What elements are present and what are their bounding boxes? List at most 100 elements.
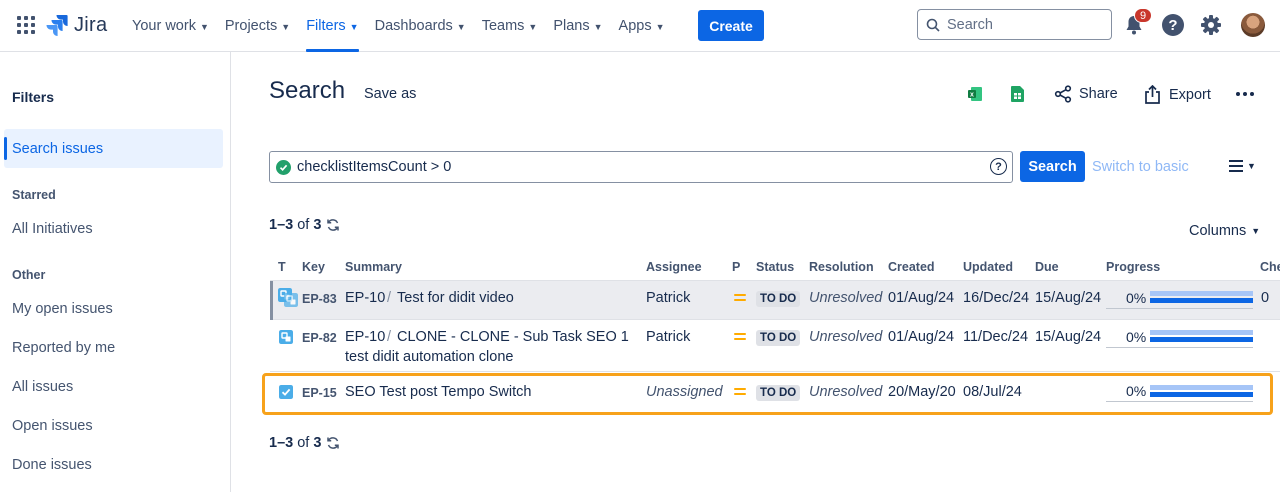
count-range: 1–3 — [269, 435, 294, 451]
sidebar-item-done-issues[interactable]: Done issues — [12, 457, 92, 473]
excel-icon[interactable]: x — [968, 86, 982, 102]
nav-dashboards[interactable]: Dashboards ▼ — [367, 0, 474, 52]
jira-logo-text: Jira — [74, 13, 108, 36]
avatar[interactable] — [1241, 13, 1265, 37]
app-switcher-icon[interactable] — [17, 16, 35, 34]
chevron-down-icon: ▼ — [655, 22, 665, 32]
jql-input[interactable]: checklistItemsCount > 0 ? — [269, 151, 1013, 183]
count-of: of — [297, 435, 310, 451]
export-button[interactable]: Export — [1144, 85, 1211, 104]
updated-date: 16/Dec/24 — [963, 290, 1030, 306]
nav-projects[interactable]: Projects ▼ — [217, 0, 298, 52]
jql-query-text: checklistItemsCount > 0 — [297, 159, 452, 175]
due-date: 15/Aug/24 — [1035, 290, 1102, 306]
progress-percent: 0% — [1126, 290, 1147, 306]
nav-your-work-label: Your work — [132, 18, 196, 34]
issue-summary[interactable]: CLONE - CLONE - Sub Task SEO 1 — [397, 329, 629, 345]
svg-text:x: x — [970, 92, 974, 99]
assignee: Patrick — [646, 329, 691, 345]
nav-projects-label: Projects — [224, 18, 278, 34]
col-header-type[interactable]: T — [278, 260, 286, 274]
status-badge[interactable]: TO DO — [756, 291, 801, 307]
resolution: Unresolved — [809, 329, 883, 345]
global-search-input[interactable]: Search — [917, 9, 1112, 40]
nav-dashboards-label: Dashboards — [374, 18, 453, 34]
col-header-updated[interactable]: Updated — [963, 260, 1013, 274]
progress-percent: 0% — [1126, 329, 1147, 345]
parent-separator: / — [387, 290, 392, 306]
sidebar: Filters Search issues Starred All Initia… — [0, 52, 231, 492]
chevron-down-icon: ▼ — [528, 22, 538, 32]
result-count-bottom: 1–3 of 3 — [269, 435, 340, 451]
col-header-created[interactable]: Created — [888, 260, 935, 274]
columns-button[interactable]: Columns ▼ — [1189, 223, 1260, 239]
create-button[interactable]: Create — [698, 10, 764, 41]
updated-date: 11/Dec/24 — [963, 329, 1029, 345]
created-date: 01/Aug/24 — [888, 290, 955, 306]
columns-label: Columns — [1189, 223, 1247, 239]
chevron-down-icon: ▼ — [349, 22, 359, 32]
chevron-down-icon: ▼ — [199, 22, 209, 32]
nav-plans[interactable]: Plans ▼ — [545, 0, 610, 52]
sidebar-item-reported-by-me[interactable]: Reported by me — [12, 340, 115, 356]
sidebar-item-search-issues[interactable]: Search issues — [4, 129, 223, 168]
row-highlight-outline — [262, 373, 1273, 415]
result-count-top: 1–3 of 3 — [269, 217, 340, 233]
sheets-icon[interactable] — [1011, 86, 1024, 102]
issue-key[interactable]: EP-83 — [302, 292, 337, 306]
col-header-assignee[interactable]: Assignee — [646, 260, 702, 274]
issue-summary-line2[interactable]: test didit automation clone — [345, 349, 513, 365]
col-header-due[interactable]: Due — [1035, 260, 1059, 274]
refresh-icon[interactable] — [326, 218, 340, 232]
nav-apps[interactable]: Apps ▼ — [611, 0, 673, 52]
col-header-priority[interactable]: P — [732, 260, 740, 274]
created-date: 01/Aug/24 — [888, 329, 955, 345]
progress-bar — [1150, 291, 1253, 303]
refresh-icon[interactable] — [326, 436, 340, 450]
list-view-icon[interactable]: ▼ — [1229, 160, 1256, 172]
status-badge[interactable]: TO DO — [756, 330, 801, 346]
parent-key[interactable]: EP-10 — [345, 290, 385, 306]
notification-badge: 9 — [1134, 8, 1152, 23]
parent-key[interactable]: EP-10 — [345, 329, 385, 345]
share-button[interactable]: Share — [1054, 85, 1118, 103]
count-range: 1–3 — [269, 217, 294, 233]
resolution: Unresolved — [809, 290, 883, 306]
jql-help-icon[interactable]: ? — [990, 158, 1007, 175]
sidebar-item-open-issues[interactable]: Open issues — [12, 418, 93, 434]
subtask-icon — [284, 293, 298, 307]
sidebar-item-all-initiatives[interactable]: All Initiatives — [12, 221, 93, 237]
col-header-resolution[interactable]: Resolution — [809, 260, 874, 274]
col-header-summary[interactable]: Summary — [345, 260, 402, 274]
nav-plans-label: Plans — [553, 18, 590, 34]
sidebar-item-my-open-issues[interactable]: My open issues — [12, 301, 113, 317]
search-placeholder: Search — [947, 16, 993, 33]
col-header-key[interactable]: Key — [302, 260, 325, 274]
col-header-status[interactable]: Status — [756, 260, 794, 274]
more-icon[interactable] — [1236, 92, 1254, 96]
gear-icon[interactable] — [1200, 14, 1222, 36]
parent-separator: / — [387, 329, 392, 345]
search-button[interactable]: Search — [1020, 151, 1085, 182]
issue-key[interactable]: EP-82 — [302, 331, 337, 345]
share-icon — [1054, 85, 1072, 103]
chevron-down-icon: ▼ — [456, 22, 466, 32]
page-title: Search — [269, 77, 346, 104]
nav-teams[interactable]: Teams ▼ — [474, 0, 546, 52]
nav-your-work[interactable]: Your work ▼ — [124, 0, 217, 52]
chevron-down-icon: ▼ — [593, 22, 603, 32]
nav-filters[interactable]: Filters ▼ — [298, 0, 366, 52]
issue-summary[interactable]: Test for didit video — [397, 290, 514, 306]
switch-to-basic-link[interactable]: Switch to basic — [1092, 159, 1189, 175]
subtask-icon — [279, 330, 293, 344]
checklist-count: 0 — [1261, 290, 1270, 306]
valid-check-icon — [276, 159, 291, 175]
help-icon[interactable]: ? — [1162, 14, 1184, 36]
save-as-button[interactable]: Save as — [364, 86, 416, 102]
sidebar-item-all-issues[interactable]: All issues — [12, 379, 73, 395]
col-header-checklist[interactable]: Che — [1260, 260, 1280, 274]
priority-medium-icon — [734, 294, 746, 304]
col-header-progress[interactable]: Progress — [1106, 260, 1160, 274]
export-icon — [1145, 85, 1160, 104]
jira-logo[interactable]: Jira — [46, 13, 107, 37]
